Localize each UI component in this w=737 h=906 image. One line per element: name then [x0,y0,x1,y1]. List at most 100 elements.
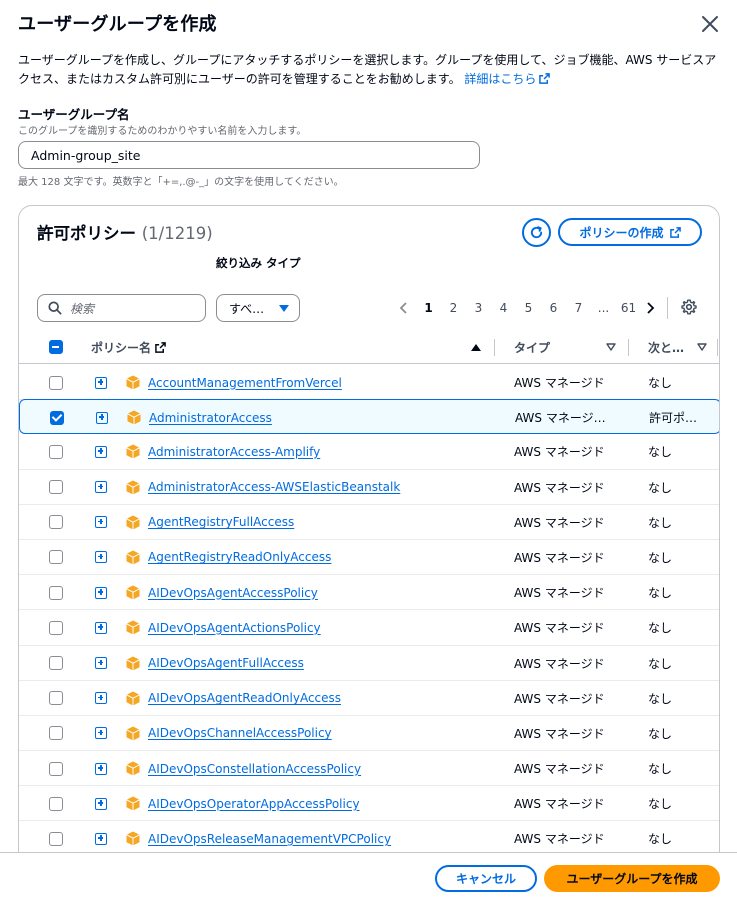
policy-name-link[interactable]: AIDevOpsAgentActionsPolicy [148,610,321,645]
policy-name-link[interactable]: AdministratorAccess-AWSElasticBeanstalk [148,470,400,505]
row-checkbox[interactable] [49,550,63,565]
page-3[interactable]: 3 [466,301,491,315]
policy-name-link[interactable]: AIDevOpsOperatorAppAccessPolicy [148,786,360,821]
table-row[interactable]: AIDevOpsChannelAccessPolicy AWS マネージド なし [19,716,719,752]
chevron-left-icon[interactable] [391,301,416,315]
policy-used-as: 許可ポ… [649,411,698,426]
expand-icon[interactable] [95,434,107,469]
policy-name-link[interactable]: AIDevOpsAgentReadOnlyAccess [148,681,341,716]
table-row[interactable]: AdministratorAccess-AWSElasticBeanstalk A… [19,470,719,505]
policy-type: AWS マネージド [514,797,605,812]
row-checkbox-cell [49,646,63,681]
description-text: ユーザーグループを作成し、グループにアタッチするポリシーを選択します。グループを… [18,53,717,86]
permission-policies-panel: 許可ポリシー (1/1219) ポリシーの作成 絞り込み タイプ 検索 すべ… [18,205,720,865]
table-row[interactable]: AIDevOpsConstellationAccessPolicy AWS マネー… [19,751,719,787]
sort-ascending-icon[interactable] [471,330,481,364]
chevron-right-icon[interactable] [641,301,661,315]
table-row[interactable]: AIDevOpsAgentFullAccess AWS マネージド なし [19,646,719,681]
policy-name-link[interactable]: AIDevOpsChannelAccessPolicy [148,716,332,751]
row-checkbox[interactable] [49,515,63,530]
expand-icon[interactable] [95,751,107,786]
page-5[interactable]: 5 [516,301,541,315]
filter-down-icon[interactable] [606,330,616,364]
group-name-label: ユーザーグループ名 [18,107,130,122]
policy-used-as: なし [648,621,673,636]
row-checkbox[interactable] [49,620,63,635]
table-row[interactable]: AgentRegistryFullAccess AWS マネージド なし [19,505,719,540]
expand-icon[interactable] [95,365,107,400]
policy-name-link[interactable]: AIDevOpsAgentAccessPolicy [148,575,318,610]
expand-icon[interactable] [95,505,107,540]
row-checkbox[interactable] [49,761,63,776]
expand-icon[interactable] [95,681,107,716]
policy-type: AWS マネージド [514,480,605,495]
policy-used-as: なし [648,797,673,812]
expand-icon[interactable] [95,470,107,505]
row-checkbox[interactable] [49,444,63,459]
row-checkbox[interactable] [49,375,63,390]
column-next[interactable]: 次と… [648,330,684,364]
close-icon[interactable] [698,12,722,36]
policy-search-input[interactable]: 検索 [37,294,206,322]
select-all-checkbox[interactable] [49,340,63,354]
policy-type: AWS マネージド [514,726,605,741]
policy-type: AWS マネージド [514,691,605,706]
expand-icon[interactable] [96,400,108,435]
create-user-group-button[interactable]: ユーザーグループを作成 [544,865,720,892]
aws-managed-policy-icon [126,470,140,505]
table-row[interactable]: AIDevOpsAgentActionsPolicy AWS マネージド なし [19,610,719,646]
row-checkbox[interactable] [49,480,63,495]
policy-name-link[interactable]: AIDevOpsConstellationAccessPolicy [148,751,361,786]
row-checkbox[interactable] [49,585,63,600]
expand-icon[interactable] [95,610,107,645]
row-checkbox[interactable] [49,656,63,670]
page-1[interactable]: 1 [416,301,441,315]
table-row[interactable]: AIDevOpsAgentReadOnlyAccess AWS マネージド なし [19,681,719,716]
filter-down-icon[interactable] [697,330,707,364]
policy-used-as: なし [648,586,673,601]
column-policy-name[interactable]: ポリシー名 [91,330,166,364]
expand-icon[interactable] [95,646,107,681]
expand-icon[interactable] [95,575,107,610]
expand-icon[interactable] [95,716,107,751]
settings-icon[interactable] [681,299,697,315]
learn-more-link[interactable]: 詳細はこちら [464,72,551,86]
expand-icon[interactable] [95,786,107,821]
policy-name-link[interactable]: AIDevOpsAgentFullAccess [148,646,304,681]
page-7[interactable]: 7 [566,301,591,315]
table-row[interactable]: AdministratorAccess-Amplify AWS マネージド なし [19,434,719,470]
refresh-button[interactable] [522,218,551,247]
policy-name-link[interactable]: AgentRegistryFullAccess [148,505,294,540]
table-row[interactable]: AccountManagementFromVercel AWS マネージド なし [19,365,719,401]
type-filter-select[interactable]: すべ… [216,294,300,322]
create-policy-button[interactable]: ポリシーの作成 [558,218,702,246]
table-row[interactable]: AdministratorAccess AWS マネージ… 許可ポ… [19,399,719,435]
aws-managed-policy-icon [126,434,140,469]
row-checkbox[interactable] [49,796,63,811]
policy-name-link[interactable]: AccountManagementFromVercel [148,365,342,400]
page-61[interactable]: 61 [616,301,641,315]
table-row[interactable]: AIDevOpsOperatorAppAccessPolicy AWS マネージド… [19,786,719,822]
page-2[interactable]: 2 [441,301,466,315]
column-type[interactable]: タイプ [514,330,550,364]
expand-icon[interactable] [95,540,107,575]
policy-used-as: なし [648,762,673,777]
row-checkbox[interactable] [49,691,63,706]
row-checkbox[interactable] [50,410,64,425]
row-checkbox[interactable] [49,726,63,741]
cancel-button[interactable]: キャンセル [435,865,537,892]
table-row[interactable]: AgentRegistryReadOnlyAccess AWS マネージド なし [19,540,719,576]
policy-name-link[interactable]: AgentRegistryReadOnlyAccess [148,540,331,575]
aws-managed-policy-icon [126,540,140,575]
row-checkbox[interactable] [49,831,63,846]
page-6[interactable]: 6 [541,301,566,315]
policy-type: AWS マネージド [514,445,605,460]
table-row[interactable]: AIDevOpsAgentAccessPolicy AWS マネージド なし [19,575,719,611]
policy-name-link[interactable]: AdministratorAccess-Amplify [148,434,320,469]
table-header: ポリシー名 タイプ 次と… [19,330,719,364]
row-checkbox-cell [49,365,63,400]
page-4[interactable]: 4 [491,301,516,315]
policy-used-as: なし [648,445,673,460]
group-name-input[interactable] [18,141,480,169]
policy-name-link[interactable]: AdministratorAccess [149,400,272,435]
